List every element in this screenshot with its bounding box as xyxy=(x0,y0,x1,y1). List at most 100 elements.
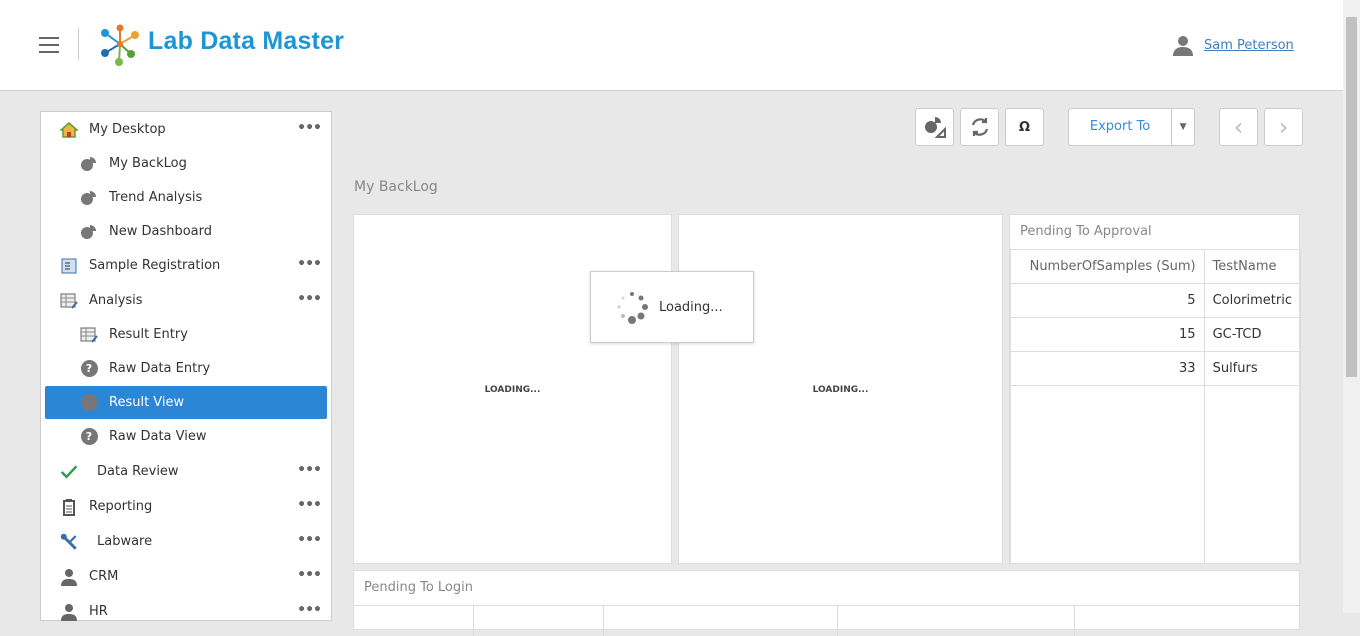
cell: Sulfurs xyxy=(1203,351,1302,386)
sidebar-item-label: Result Entry xyxy=(109,327,188,342)
table-row[interactable]: 33 Sulfurs xyxy=(1010,351,1302,386)
sidebar-item-new-dashboard[interactable]: New Dashboard xyxy=(45,215,327,248)
pending-login-panel: Pending To Login xyxy=(353,570,1300,636)
sidebar-item-label: Raw Data Entry xyxy=(109,361,211,376)
logo-icon xyxy=(101,24,139,66)
chart-panel-2: LOADING... xyxy=(678,214,1003,564)
home-icon xyxy=(60,121,78,139)
chevron-left-icon: ‹ xyxy=(1233,113,1244,141)
user-menu[interactable]: Sam Peterson xyxy=(1172,34,1294,56)
user-name-link[interactable]: Sam Peterson xyxy=(1204,38,1294,53)
loading-text: LOADING... xyxy=(812,385,869,395)
question-icon: ? xyxy=(80,394,98,412)
sidebar-item-label: Sample Registration xyxy=(89,258,221,273)
divider xyxy=(78,28,79,60)
sidebar-item-data-review[interactable]: Data Review ••• xyxy=(45,455,327,488)
menu-icon[interactable] xyxy=(39,37,59,53)
refresh-button[interactable] xyxy=(960,108,999,146)
more-options-icon[interactable]: ••• xyxy=(297,256,322,272)
sidebar-item-labware[interactable]: Labware ••• xyxy=(45,525,327,558)
more-options-icon[interactable]: ••• xyxy=(297,532,322,548)
loading-text: LOADING... xyxy=(484,385,541,395)
sidebar-item-hr[interactable]: HR ••• xyxy=(45,595,327,628)
sidebar-item-sample-registration[interactable]: Sample Registration ••• xyxy=(45,249,327,282)
refresh-icon xyxy=(971,118,988,136)
sidebar-item-label: Result View xyxy=(109,395,185,410)
sidebar-item-raw-data-entry[interactable]: ? Raw Data Entry xyxy=(45,352,327,385)
sidebar-item-result-view[interactable]: ? Result View xyxy=(45,386,327,419)
check-icon xyxy=(60,463,78,481)
dashboard-icon xyxy=(80,223,98,241)
user-icon xyxy=(60,603,78,621)
caret-down-icon[interactable]: ▼ xyxy=(1172,122,1194,132)
panel-title: Pending To Login xyxy=(364,580,473,595)
sidebar-item-my-backlog[interactable]: My BackLog xyxy=(45,147,327,180)
wrench-icon xyxy=(60,533,78,551)
cell: GC-TCD xyxy=(1203,317,1302,352)
chart-panel-1: LOADING... xyxy=(353,214,672,564)
cell: 5 xyxy=(1010,283,1205,318)
more-options-icon[interactable]: ••• xyxy=(297,120,322,136)
dashboard-toggle-button[interactable] xyxy=(915,108,954,146)
panel-title: Pending To Approval xyxy=(1020,224,1152,239)
more-options-icon[interactable]: ••• xyxy=(297,462,322,478)
column-header[interactable]: NumberOfSamples (Sum) xyxy=(1010,249,1205,284)
loading-popup-text: Loading... xyxy=(659,299,723,315)
pending-approval-panel: Pending To Approval NumberOfSamples (Sum… xyxy=(1009,214,1302,564)
sidebar-item-result-entry[interactable]: Result Entry xyxy=(45,318,327,351)
section-title: My BackLog xyxy=(354,179,438,195)
sidebar-item-label: Analysis xyxy=(89,293,143,308)
more-options-icon[interactable]: ••• xyxy=(297,602,322,618)
question-icon: ? xyxy=(80,360,98,378)
result-entry-icon xyxy=(80,326,98,344)
spinner-icon xyxy=(617,292,648,324)
sidebar-item-raw-data-view[interactable]: ? Raw Data View xyxy=(45,420,327,453)
question-icon: ? xyxy=(80,428,98,446)
table-row[interactable]: 15 GC-TCD xyxy=(1010,317,1302,352)
previous-button[interactable]: ‹ xyxy=(1219,108,1258,146)
dashboard-icon xyxy=(80,155,98,173)
scrollbar-thumb[interactable] xyxy=(1346,17,1357,377)
sidebar-item-label: My BackLog xyxy=(109,156,187,171)
export-button[interactable]: Export To xyxy=(1069,109,1173,145)
table-row[interactable]: 5 Colorimetric xyxy=(1010,283,1302,318)
symbol-button[interactable]: Ω xyxy=(1005,108,1044,146)
registration-icon xyxy=(60,257,78,275)
sidebar-item-label: Data Review xyxy=(97,464,179,479)
next-button[interactable]: › xyxy=(1264,108,1303,146)
sidebar: My Desktop ••• My BackLog Trend Analysis … xyxy=(40,111,332,621)
sidebar-item-my-desktop[interactable]: My Desktop ••• xyxy=(45,113,327,146)
chevron-right-icon: › xyxy=(1278,113,1289,141)
sidebar-item-label: Labware xyxy=(97,534,153,549)
sidebar-item-label: Reporting xyxy=(89,499,153,514)
export-dropdown[interactable]: Export To ▼ xyxy=(1068,108,1195,146)
sidebar-item-label: My Desktop xyxy=(89,122,166,137)
column-header[interactable]: TestName xyxy=(1203,249,1302,284)
user-icon xyxy=(60,568,78,586)
grid-header xyxy=(354,605,1299,636)
pending-approval-grid: NumberOfSamples (Sum) TestName 5 Colorimet… xyxy=(1010,249,1302,564)
scrollbar[interactable] xyxy=(1343,0,1360,613)
more-options-icon[interactable]: ••• xyxy=(297,567,322,583)
sidebar-item-reporting[interactable]: Reporting ••• xyxy=(45,490,327,523)
analysis-icon xyxy=(60,292,78,310)
sidebar-item-label: New Dashboard xyxy=(109,224,213,239)
more-options-icon[interactable]: ••• xyxy=(297,497,322,513)
header: Lab Data Master Sam Peterson xyxy=(0,0,1343,91)
sidebar-item-crm[interactable]: CRM ••• xyxy=(45,560,327,593)
sidebar-item-analysis[interactable]: Analysis ••• xyxy=(45,284,327,317)
sidebar-item-trend-analysis[interactable]: Trend Analysis xyxy=(45,181,327,214)
loading-popup: Loading... xyxy=(590,271,754,343)
clipboard-icon xyxy=(60,498,78,516)
cell: 33 xyxy=(1010,351,1205,386)
sidebar-item-label: HR xyxy=(89,604,108,619)
user-icon xyxy=(1173,36,1193,56)
dashboard-icon xyxy=(80,189,98,207)
sidebar-item-label: CRM xyxy=(89,569,119,584)
cell: Colorimetric xyxy=(1203,283,1302,318)
more-options-icon[interactable]: ••• xyxy=(297,291,322,307)
cell: 15 xyxy=(1010,317,1205,352)
chart-shapes-icon xyxy=(924,117,946,138)
sidebar-item-label: Raw Data View xyxy=(109,429,207,444)
app-title: Lab Data Master xyxy=(148,27,345,55)
